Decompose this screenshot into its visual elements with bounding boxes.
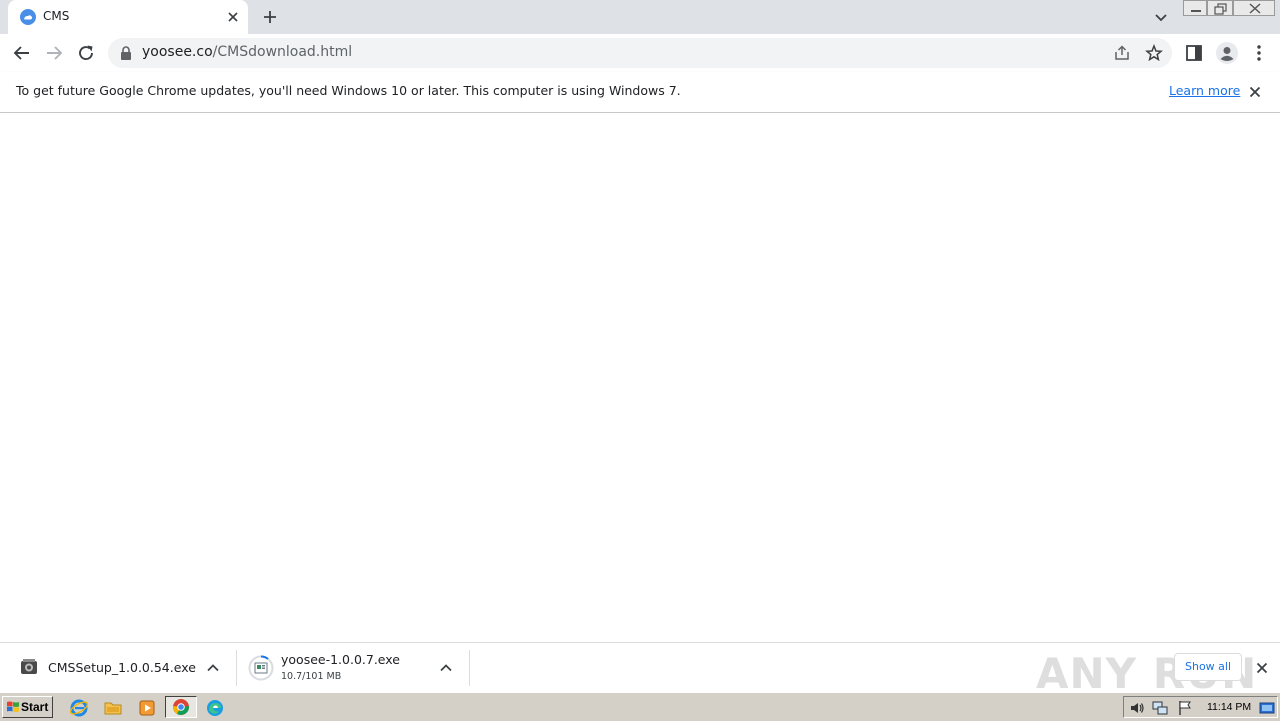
reload-icon[interactable] — [76, 43, 96, 63]
minimize-button[interactable] — [1183, 0, 1207, 16]
close-window-icon — [1249, 3, 1261, 14]
share-icon[interactable] — [1113, 44, 1131, 62]
url-path: /CMSdownload.html — [212, 44, 353, 60]
profile-avatar-icon[interactable] — [1215, 41, 1239, 65]
address-bar[interactable]: yoosee.co/CMSdownload.html — [108, 38, 1172, 68]
show-desktop-icon[interactable] — [1259, 700, 1275, 716]
bookmark-star-icon[interactable] — [1145, 44, 1163, 62]
download-progress-status: 10.7/101 MB — [281, 671, 342, 682]
network-icon[interactable] — [1152, 700, 1168, 716]
taskbar-clock[interactable]: 11:14 PM — [1207, 701, 1251, 713]
download-separator — [469, 650, 470, 686]
volume-icon[interactable] — [1129, 700, 1145, 716]
learn-more-link[interactable]: Learn more — [1169, 83, 1240, 98]
lock-icon[interactable] — [120, 46, 132, 60]
download-item[interactable]: yoosee-1.0.0.7.exe 10.7/101 MB — [237, 643, 469, 693]
file-explorer-icon[interactable] — [103, 698, 123, 718]
action-center-flag-icon[interactable] — [1177, 700, 1193, 716]
restore-button[interactable] — [1207, 0, 1233, 16]
page-content — [0, 113, 1280, 642]
download-shelf: CMSSetup_1.0.0.54.exe yoosee-1.0.0.7.exe… — [0, 642, 1280, 698]
tab-title: CMS — [43, 9, 70, 23]
browser-toolbar: yoosee.co/CMSdownload.html — [0, 34, 1280, 73]
url-host: yoosee.co — [142, 44, 213, 60]
download-filename: yoosee-1.0.0.7.exe — [281, 652, 400, 667]
installer-file-icon — [21, 659, 37, 674]
infobar-message: To get future Google Chrome updates, you… — [16, 83, 681, 98]
edge-icon[interactable] — [205, 698, 225, 718]
windows-flag-icon — [7, 701, 19, 712]
windows-taskbar: Start 11:14 PM — [0, 692, 1280, 721]
side-panel-icon[interactable] — [1184, 43, 1204, 63]
yoosee-cloud-icon — [20, 9, 36, 25]
start-button[interactable]: Start — [2, 696, 53, 718]
tab-cms[interactable]: CMS — [8, 0, 248, 34]
chrome-taskbar-button[interactable] — [165, 696, 197, 718]
restore-icon — [1214, 3, 1227, 15]
download-item[interactable]: CMSSetup_1.0.0.54.exe — [0, 643, 236, 693]
tab-strip: CMS — [0, 0, 1280, 34]
tab-search-chevron-icon[interactable] — [1153, 9, 1169, 25]
tab-close-icon[interactable] — [225, 9, 241, 25]
chevron-up-icon[interactable] — [205, 660, 221, 676]
download-filename: CMSSetup_1.0.0.54.exe — [48, 660, 196, 675]
more-menu-icon[interactable] — [1249, 43, 1269, 63]
close-window-button[interactable] — [1233, 0, 1275, 16]
new-tab-icon[interactable] — [261, 8, 279, 26]
media-player-icon[interactable] — [137, 698, 157, 718]
url-text[interactable]: yoosee.co/CMSdownload.html — [142, 44, 352, 60]
minimize-icon — [1191, 10, 1201, 12]
chrome-icon — [173, 699, 189, 715]
system-tray: 11:14 PM — [1123, 696, 1278, 718]
chrome-update-infobar: To get future Google Chrome updates, you… — [0, 72, 1280, 113]
shelf-close-icon[interactable] — [1254, 660, 1270, 676]
back-icon[interactable] — [12, 43, 32, 63]
chevron-up-icon[interactable] — [438, 660, 454, 676]
show-all-button[interactable]: Show all — [1174, 653, 1242, 681]
download-progress-icon — [248, 655, 274, 681]
start-label: Start — [21, 700, 49, 714]
infobar-close-icon[interactable] — [1247, 84, 1263, 100]
internet-explorer-icon[interactable] — [69, 698, 89, 718]
forward-icon[interactable] — [44, 43, 64, 63]
